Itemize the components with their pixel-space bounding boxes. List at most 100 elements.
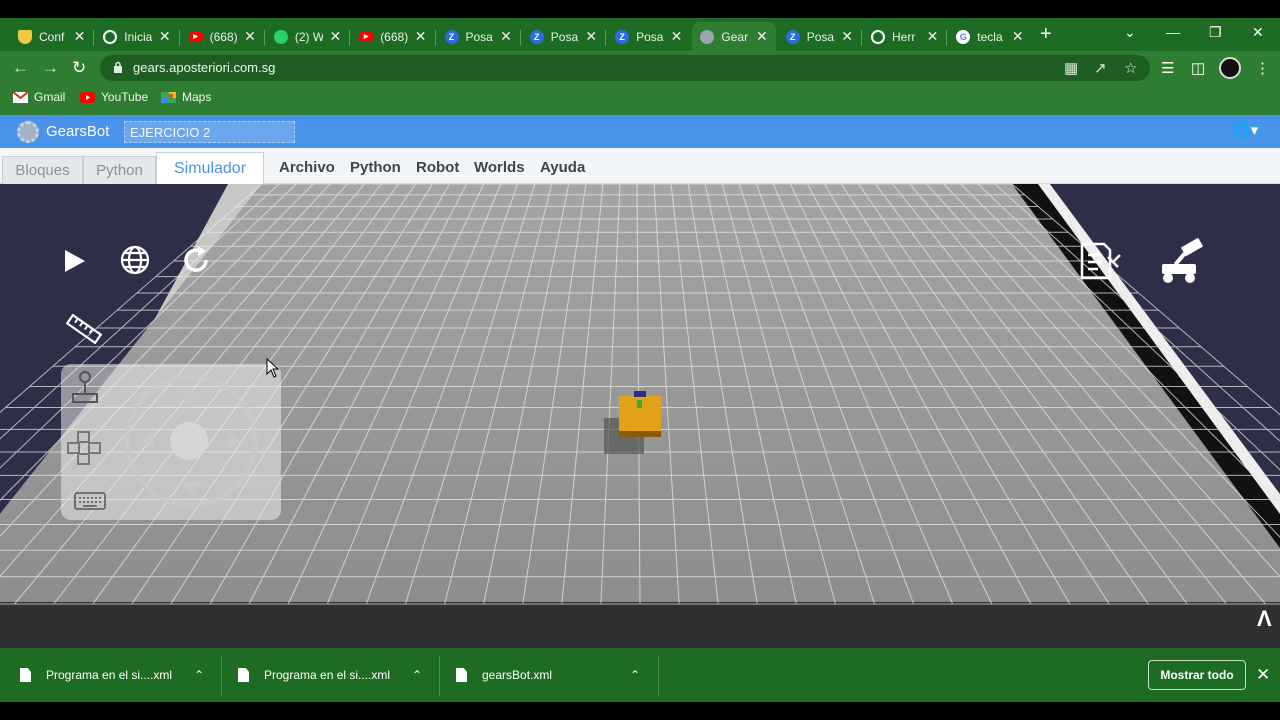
minimize-button[interactable]: —: [1166, 24, 1180, 40]
browser-tab[interactable]: Z Posa ✕: [437, 22, 520, 51]
browser-tab[interactable]: ▶ (668) ✕: [351, 22, 434, 51]
download-item[interactable]: gearsBot.xml: [456, 648, 552, 702]
tab-separator: [861, 30, 862, 46]
browser-tab[interactable]: Z Posa ✕: [607, 22, 690, 51]
kebab-menu-icon[interactable]: ⋮: [1255, 59, 1270, 77]
bookmark-youtube[interactable]: YouTube: [80, 90, 148, 104]
tab-separator: [178, 30, 180, 46]
new-tab-button[interactable]: +: [1040, 24, 1052, 44]
side-panel-icon[interactable]: ◫: [1191, 59, 1205, 77]
bookmark-maps[interactable]: Maps: [161, 90, 211, 104]
close-window-button[interactable]: ✕: [1252, 24, 1264, 41]
tab-title: (2) W: [294, 29, 323, 44]
mouse-cursor-icon: [266, 358, 280, 378]
browser-tab[interactable]: (2) W ✕: [266, 22, 349, 51]
url-text[interactable]: gears.aposteriori.com.sg: [133, 60, 275, 75]
tab-separator: [605, 30, 607, 46]
dpad-icon[interactable]: [66, 430, 102, 466]
menu-archivo[interactable]: Archivo: [279, 159, 335, 176]
menu-worlds[interactable]: Worlds: [474, 159, 525, 176]
download-item[interactable]: Programa en el si....xml: [238, 648, 390, 702]
menu-ayuda[interactable]: Ayuda: [540, 159, 585, 176]
close-tab-icon[interactable]: ✕: [756, 28, 768, 45]
z-icon: Z: [444, 29, 459, 44]
reading-list-icon[interactable]: ☰: [1161, 59, 1174, 77]
robot-config-icon[interactable]: [1156, 238, 1204, 284]
globe-icon[interactable]: [119, 244, 151, 276]
browser-tab[interactable]: Z Posa ✕: [778, 22, 861, 51]
file-icon: [238, 668, 249, 682]
ruler-icon[interactable]: [66, 314, 102, 344]
close-tab-icon[interactable]: ✕: [927, 28, 939, 45]
joystick-pad[interactable]: [122, 372, 260, 510]
tab-separator: [349, 30, 351, 46]
tab-title: Posa: [636, 29, 664, 44]
bookmark-gmail[interactable]: Gmail: [13, 90, 65, 104]
maximize-button[interactable]: ❐: [1209, 24, 1222, 41]
divider: [221, 656, 222, 696]
close-tab-icon[interactable]: ✕: [74, 28, 86, 45]
play-icon[interactable]: [62, 248, 88, 274]
tab-simulador[interactable]: Simulador: [156, 152, 264, 184]
show-all-downloads-button[interactable]: Mostrar todo: [1148, 660, 1246, 690]
project-name-input[interactable]: EJERCICIO 2: [124, 121, 295, 143]
download-item[interactable]: Programa en el si....xml: [20, 648, 172, 702]
bookmark-label: Maps: [182, 90, 212, 104]
share-icon[interactable]: ↗: [1094, 59, 1107, 77]
youtube-icon: ▶: [188, 31, 203, 42]
menu-robot[interactable]: Robot: [416, 159, 459, 176]
download-filename: Programa en el si....xml: [264, 668, 391, 682]
close-tab-icon[interactable]: ✕: [244, 28, 256, 45]
reload-icon[interactable]: ↻: [72, 58, 86, 78]
close-tab-icon[interactable]: ✕: [159, 28, 171, 45]
profile-avatar[interactable]: [1219, 57, 1241, 79]
robot[interactable]: [600, 390, 670, 462]
close-tab-icon[interactable]: ✕: [1012, 28, 1024, 45]
tab-separator: [946, 30, 948, 46]
download-options-chevron-icon[interactable]: ⌃: [194, 648, 204, 702]
tab-bloques[interactable]: Bloques: [2, 156, 83, 184]
browser-tab[interactable]: Conf ✕: [10, 22, 93, 51]
tab-python[interactable]: Python: [83, 156, 156, 184]
sensor-readings-icon[interactable]: [1078, 241, 1122, 281]
close-tab-icon[interactable]: ✕: [500, 28, 512, 45]
download-options-chevron-icon[interactable]: ⌃: [412, 648, 422, 702]
menu-python[interactable]: Python: [350, 159, 401, 176]
tab-title: (668): [380, 29, 409, 44]
keyboard-icon[interactable]: [74, 490, 106, 512]
bookmark-star-icon[interactable]: ☆: [1124, 59, 1137, 77]
gear-icon: [700, 29, 715, 44]
globe-icon: [871, 29, 885, 44]
gearsbot-logo-icon: [17, 121, 39, 143]
close-tab-icon[interactable]: ✕: [841, 28, 853, 45]
close-tab-icon[interactable]: ✕: [415, 28, 427, 45]
expand-panel-icon[interactable]: Λ: [1257, 606, 1272, 632]
back-icon[interactable]: ←: [12, 58, 29, 78]
close-tab-icon[interactable]: ✕: [329, 28, 341, 45]
browser-tab[interactable]: Gear ✕: [692, 22, 776, 51]
close-tab-icon[interactable]: ✕: [585, 28, 597, 45]
browser-tab[interactable]: ▶ (668) ✕: [181, 22, 264, 51]
globe-icon: [103, 29, 118, 44]
close-download-bar-icon[interactable]: ✕: [1256, 665, 1270, 685]
letterbox-top: [0, 0, 1280, 18]
google-icon: G: [956, 29, 971, 44]
tab-separator: [263, 30, 265, 46]
reset-icon[interactable]: [180, 244, 212, 276]
close-tab-icon[interactable]: ✕: [671, 28, 683, 45]
tab-title: tecla: [977, 29, 1003, 44]
browser-tab[interactable]: Gtecla ✕: [948, 22, 1031, 51]
browser-window: Conf ✕ Inicia ✕ ▶ (668) ✕ (2) W ✕ ▶ (668) ✕ Z Posa ✕ Z P…: [0, 0, 1280, 720]
bookmark-label: YouTube: [101, 90, 149, 104]
joystick-icon[interactable]: [70, 370, 100, 406]
forward-icon[interactable]: →: [42, 58, 59, 78]
tab-search-icon[interactable]: ⌄: [1124, 24, 1136, 41]
language-globe-icon[interactable]: 🌐▾: [1232, 121, 1258, 139]
translate-icon[interactable]: ▦: [1064, 59, 1078, 77]
brand-name: GearsBot: [46, 123, 110, 140]
browser-tab[interactable]: Z Posa ✕: [522, 22, 605, 51]
browser-tab[interactable]: Inicia ✕: [95, 22, 178, 51]
download-options-chevron-icon[interactable]: ⌃: [630, 648, 640, 702]
browser-tab[interactable]: Herr ✕: [863, 22, 946, 51]
download-filename: gearsBot.xml: [482, 668, 553, 682]
